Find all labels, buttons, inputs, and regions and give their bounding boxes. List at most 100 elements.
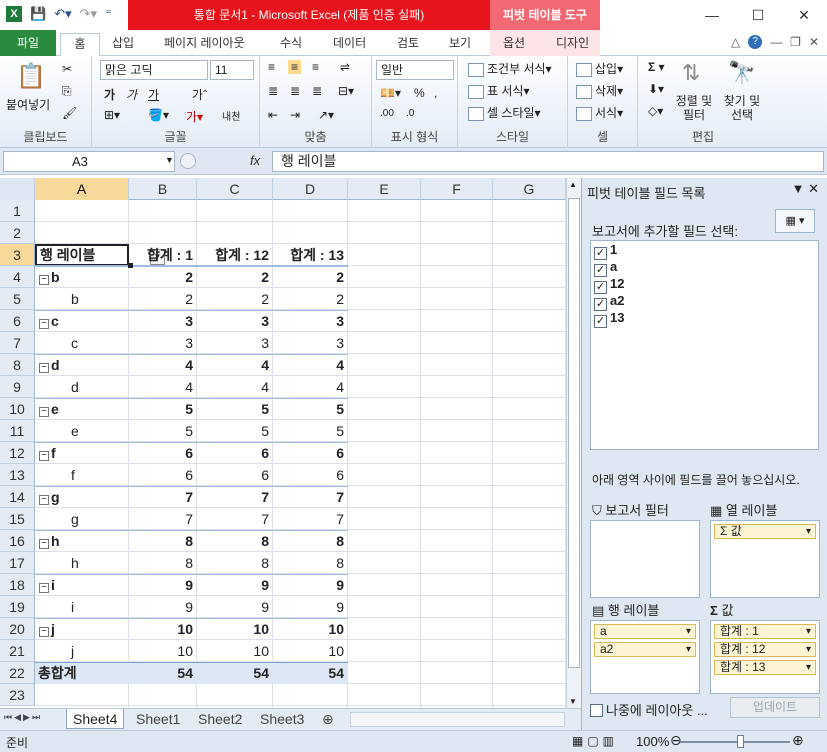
doc-restore-icon[interactable]: ❐ [790,35,801,49]
pivot-value-cell[interactable]: 6 [273,442,348,464]
collapse-icon[interactable]: − [39,627,49,637]
row-header[interactable]: 14 [0,486,35,508]
row-header[interactable]: 20 [0,618,35,640]
align-left-icon[interactable]: ≣ [268,84,278,98]
pivot-item-label[interactable]: b [35,288,129,310]
pivot-value-cell[interactable]: 2 [273,288,348,310]
paste-button[interactable]: 붙여넣기 [6,96,50,113]
delete-cells-button[interactable]: 삭제▾ [576,82,623,99]
area-field-pill[interactable]: 합계 : 12 [714,642,816,657]
font-size-combo[interactable]: 11 [210,60,254,80]
autosum-icon[interactable]: Σ ▾ [648,60,665,74]
field-item[interactable]: ✓ 1 [591,241,818,260]
grand-total-value[interactable]: 54 [197,662,273,684]
merge-icon[interactable]: ⊟▾ [338,84,354,98]
zoom-slider-knob[interactable] [737,735,744,748]
pivot-value-cell[interactable]: 6 [197,442,273,464]
sheet-nav-icon[interactable]: ⏮◀▶⏭ [4,712,42,723]
row-header[interactable]: 1 [0,200,35,222]
pivot-value-cell[interactable]: 7 [273,486,348,508]
copy-icon[interactable]: ⎘ [62,84,72,99]
pivot-value-cell[interactable]: 7 [129,508,197,530]
pivot-value-cell[interactable]: 7 [197,508,273,530]
tab-options[interactable]: 옵션 [503,33,525,56]
pivot-value-cell[interactable]: 3 [273,310,348,332]
ribbon-minimize-icon[interactable]: △ [731,35,740,49]
cut-icon[interactable]: ✂ [62,62,72,76]
insert-function-icon[interactable]: fx [250,153,260,168]
pivot-value-cell[interactable]: 4 [129,376,197,398]
pivot-item-label[interactable]: d [35,376,129,398]
row-header[interactable]: 4 [0,266,35,288]
row-header[interactable]: 18 [0,574,35,596]
row-header[interactable]: 19 [0,596,35,618]
pivot-header-sum[interactable]: 합계 : 1 [129,244,197,266]
pivot-value-cell[interactable]: 8 [129,530,197,552]
sheet-tab-sheet4[interactable]: Sheet4 [66,709,125,729]
pivot-value-cell[interactable]: 3 [129,310,197,332]
view-buttons-icon[interactable]: ▦▢▥ [572,734,618,748]
pivot-header-sum[interactable]: 합계 : 13 [273,244,348,266]
update-button[interactable]: 업데이트 [730,697,820,718]
column-header-b[interactable]: B [129,178,197,200]
row-header[interactable]: 3 [0,244,35,266]
tab-view[interactable]: 보기 [449,33,471,56]
column-header-a[interactable]: A [35,178,129,200]
pivot-value-cell[interactable]: 9 [129,596,197,618]
collapse-icon[interactable]: − [39,319,49,329]
vertical-scrollbar[interactable]: ▲ ▼ [566,178,581,708]
area-field-pill[interactable]: 합계 : 1 [714,624,816,639]
conditional-format-button[interactable]: 조건부 서식▾ [468,60,552,77]
grand-total-value[interactable]: 54 [129,662,197,684]
tab-page-layout[interactable]: 페이지 레이아웃 [164,33,245,56]
column-header-c[interactable]: C [197,178,273,200]
pivot-value-cell[interactable]: 8 [129,552,197,574]
fill-handle[interactable] [128,263,133,268]
pivot-value-cell[interactable]: 5 [129,398,197,420]
zoom-slider[interactable] [680,741,790,743]
pivot-group-label[interactable]: − f [35,442,129,464]
pivot-value-cell[interactable]: 3 [197,332,273,354]
tab-insert[interactable]: 삽입 [112,33,134,56]
pivot-value-cell[interactable]: 7 [129,486,197,508]
pivot-value-cell[interactable]: 6 [197,464,273,486]
format-painter-icon[interactable]: 🖌 [62,106,77,120]
doc-close-icon[interactable]: ✕ [809,35,819,49]
column-header-g[interactable]: G [493,178,566,200]
customize-qat-icon[interactable]: ⁼ [105,6,112,22]
pivot-item-label[interactable]: j [35,640,129,662]
row-header[interactable]: 2 [0,222,35,244]
percent-icon[interactable]: % [414,86,425,100]
pivot-group-label[interactable]: − j [35,618,129,640]
pivot-group-label[interactable]: − b [35,266,129,288]
row-header[interactable]: 21 [0,640,35,662]
field-layout-button[interactable]: ▦ ▾ [775,209,815,233]
pivot-header-sum[interactable]: 합계 : 12 [197,244,273,266]
collapse-icon[interactable]: − [39,539,49,549]
report-filter-area[interactable] [590,520,700,598]
format-cells-button[interactable]: 서식▾ [576,104,623,121]
pivot-value-cell[interactable]: 5 [197,398,273,420]
pivot-value-cell[interactable]: 5 [273,420,348,442]
pivot-value-cell[interactable]: 9 [273,596,348,618]
pivot-item-label[interactable]: c [35,332,129,354]
pivot-value-cell[interactable]: 7 [273,508,348,530]
pivot-value-cell[interactable]: 4 [129,354,197,376]
field-item[interactable]: ✓ a2 [591,292,818,311]
pivot-value-cell[interactable]: 4 [273,376,348,398]
row-header[interactable]: 6 [0,310,35,332]
align-center-icon[interactable]: ≣ [290,84,300,98]
sort-filter-icon[interactable]: ⇅ [682,60,700,86]
pivot-value-cell[interactable]: 9 [273,574,348,596]
pivot-value-cell[interactable]: 7 [197,486,273,508]
font-color-icon[interactable]: 가▾ [186,108,203,125]
pivot-value-cell[interactable]: 8 [197,530,273,552]
collapse-icon[interactable]: − [39,407,49,417]
find-select-button[interactable]: 찾기 및 선택 [720,94,764,122]
pivot-value-cell[interactable]: 10 [197,640,273,662]
pivot-value-cell[interactable]: 10 [273,618,348,640]
scroll-up-icon[interactable]: ▲ [569,180,577,189]
decrease-indent-icon[interactable]: ⇤ [268,108,278,122]
formula-expand-icon[interactable] [180,153,196,169]
cell-styles-button[interactable]: 셀 스타일▾ [468,104,541,121]
